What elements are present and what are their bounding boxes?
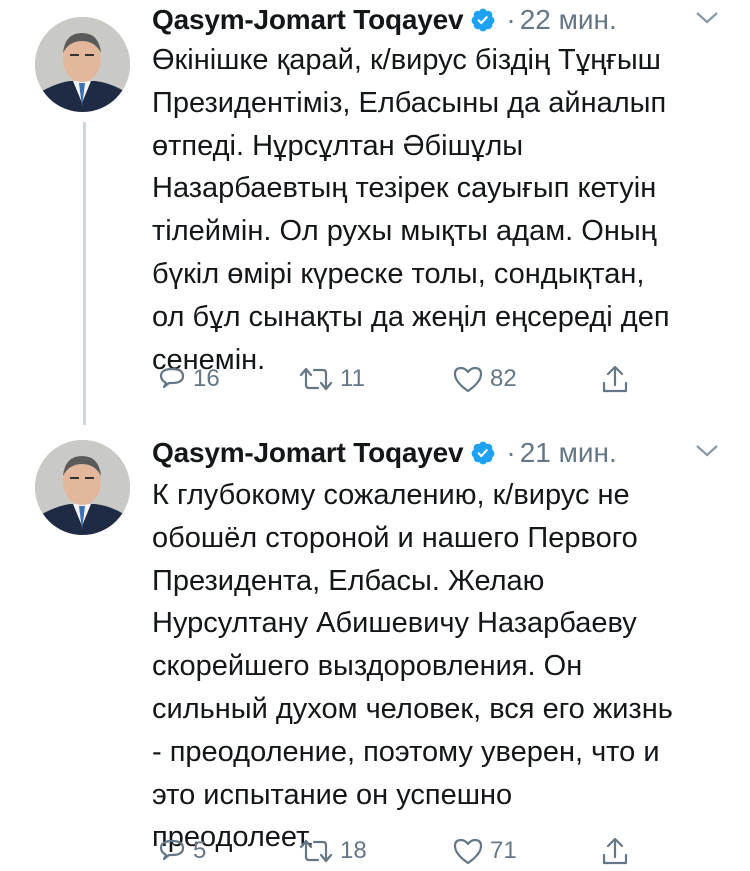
timestamp[interactable]: 22 мин. [520, 4, 617, 36]
retweet-button[interactable]: 18 [298, 831, 367, 871]
tweet-header: Qasym-Jomart Toqayev · 21 мин. [152, 433, 617, 473]
avatar[interactable] [35, 17, 130, 112]
like-count: 82 [490, 365, 517, 392]
heart-icon [453, 366, 483, 393]
tweet-text: Өкінішке қарай, к/вирус біздің Тұңғыш Пр… [152, 44, 670, 376]
verified-badge-icon [472, 441, 495, 465]
reply-button[interactable]: 16 [157, 359, 220, 399]
tweet-header: Qasym-Jomart Toqayev · 22 мин. [152, 0, 617, 40]
separator-dot: · [506, 437, 516, 468]
share-button[interactable] [600, 359, 630, 399]
like-count: 71 [490, 837, 517, 864]
share-icon [602, 365, 628, 393]
retweet-count: 18 [340, 837, 367, 864]
reply-count: 16 [193, 365, 220, 392]
share-icon [602, 837, 628, 865]
timestamp[interactable]: 21 мин. [520, 437, 617, 469]
verified-badge-icon [472, 8, 495, 32]
like-button[interactable]: 82 [452, 359, 517, 399]
reply-icon [159, 839, 185, 861]
author-name[interactable]: Qasym-Jomart Toqayev [152, 437, 464, 469]
reply-button[interactable]: 5 [157, 831, 206, 871]
thread-connector-line [83, 122, 86, 425]
retweet-button[interactable]: 11 [298, 359, 365, 399]
tweet-actions: 5 18 71 [152, 831, 652, 871]
share-button[interactable] [600, 831, 630, 871]
retweet-count: 11 [340, 365, 365, 392]
retweet-icon [299, 839, 333, 863]
avatar[interactable] [35, 440, 130, 535]
author-name[interactable]: Qasym-Jomart Toqayev [152, 4, 464, 36]
retweet-icon [299, 367, 333, 391]
heart-icon [453, 838, 483, 865]
reply-count: 5 [193, 837, 207, 864]
tweet-text: К глубокому сожалению, к/вирус не обошёл… [152, 479, 673, 854]
reply-icon [159, 367, 185, 389]
like-button[interactable]: 71 [452, 831, 517, 871]
tweet-actions: 16 11 82 [152, 359, 652, 399]
chevron-down-icon[interactable] [694, 9, 720, 27]
separator-dot: · [506, 4, 516, 35]
chevron-down-icon[interactable] [694, 442, 720, 460]
